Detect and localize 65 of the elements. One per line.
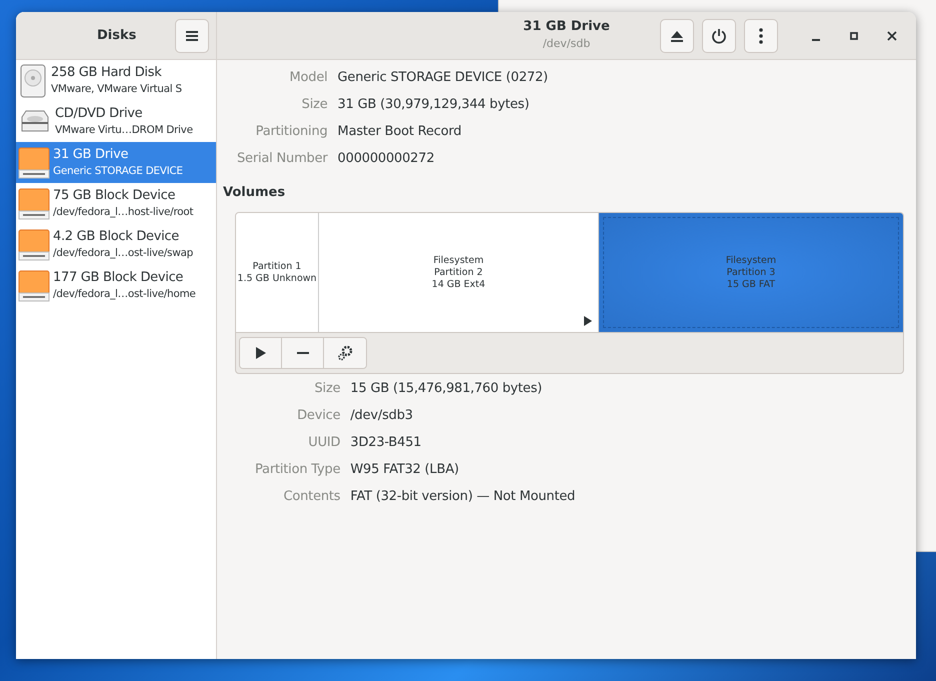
partition-block[interactable]: Partition 1 1.5 GB Unknown bbox=[236, 213, 319, 332]
property-value: /dev/sdb3 bbox=[350, 407, 414, 425]
device-name: CD/DVD Drive bbox=[55, 105, 144, 123]
device-item[interactable]: CD/DVD Drive VMware Virtu…DROM Drive bbox=[16, 101, 216, 142]
partition-label: Partition 1 1.5 GB Unknown bbox=[237, 260, 317, 284]
maximize-icon bbox=[849, 30, 859, 40]
property-value: W95 FAT32 (LBA) bbox=[350, 461, 460, 479]
partition-settings-button[interactable] bbox=[324, 338, 366, 368]
device-name: 75 GB Block Device bbox=[53, 187, 176, 205]
property-label: Size bbox=[313, 380, 340, 398]
window-subtitle: /dev/sdb bbox=[542, 36, 590, 52]
partition-label: Filesystem Partition 2 14 GB Ext4 bbox=[432, 254, 486, 290]
property-value: 000000000272 bbox=[338, 150, 436, 168]
property-label: Partitioning bbox=[254, 123, 328, 141]
power-button[interactable] bbox=[702, 18, 736, 52]
partition-block[interactable]: Filesystem Partition 2 14 GB Ext4 bbox=[319, 213, 599, 332]
drive-icon bbox=[18, 268, 50, 302]
partition-label: Filesystem Partition 3 15 GB FAT bbox=[726, 254, 776, 290]
device-detail: /dev/fedora_l…host-live/root bbox=[53, 205, 194, 220]
property-value: Master Boot Record bbox=[338, 123, 462, 141]
property-label: Partition Type bbox=[255, 461, 340, 479]
menu-icon bbox=[185, 30, 199, 42]
device-item[interactable]: 258 GB Hard Disk VMware, VMware Virtual S bbox=[16, 60, 216, 101]
minimize-icon bbox=[811, 38, 821, 40]
close-icon bbox=[887, 30, 897, 40]
property-value: Generic STORAGE DEVICE (0272) bbox=[338, 69, 548, 87]
property-label: Device bbox=[296, 407, 340, 425]
property-value: 15 GB (15,476,981,760 bytes) bbox=[350, 380, 544, 398]
more-icon bbox=[759, 28, 763, 44]
drive-icon bbox=[18, 186, 50, 220]
property-value: 31 GB (30,979,129,344 bytes) bbox=[338, 96, 530, 114]
device-name: 177 GB Block Device bbox=[53, 269, 184, 287]
minus-icon bbox=[296, 352, 308, 354]
power-icon bbox=[711, 28, 727, 44]
device-detail: /dev/fedora_l…ost-live/home bbox=[53, 287, 196, 302]
device-item[interactable]: 4.2 GB Block Device /dev/fedora_l…ost-live/swap bbox=[16, 224, 216, 265]
property-value: FAT (32-bit version) — Not Mounted bbox=[350, 488, 576, 506]
property-value: 3D23-B451 bbox=[350, 434, 422, 452]
device-name: 258 GB Hard Disk bbox=[51, 64, 162, 82]
eject-button[interactable] bbox=[660, 18, 694, 52]
property-label: Size bbox=[300, 96, 328, 114]
device-item[interactable]: 31 GB Drive Generic STORAGE DEVICE bbox=[16, 142, 216, 183]
app-title: Disks bbox=[97, 28, 136, 43]
device-item[interactable]: 75 GB Block Device /dev/fedora_l…host-live/root bbox=[16, 183, 216, 224]
drive-icon bbox=[18, 228, 50, 262]
property-label: UUID bbox=[307, 434, 340, 452]
device-detail: /dev/fedora_l…ost-live/swap bbox=[53, 246, 193, 261]
section-heading: Volumes bbox=[223, 185, 286, 200]
play-icon bbox=[256, 347, 266, 359]
device-detail: VMware, VMware Virtual S bbox=[51, 82, 182, 97]
device-detail: Generic STORAGE DEVICE bbox=[53, 164, 183, 179]
device-name: 4.2 GB Block Device bbox=[53, 228, 180, 246]
property-label: Model bbox=[288, 69, 328, 87]
device-detail: VMware Virtu…DROM Drive bbox=[55, 123, 193, 138]
drive-icon bbox=[18, 146, 50, 180]
menu-button[interactable] bbox=[175, 18, 209, 52]
property-label: Serial Number bbox=[237, 150, 328, 168]
gears-icon bbox=[337, 345, 353, 361]
property-label: Contents bbox=[282, 488, 340, 506]
window-title: 31 GB Drive bbox=[523, 18, 610, 36]
device-name: 31 GB Drive bbox=[53, 146, 130, 164]
more-options-button[interactable] bbox=[744, 18, 778, 52]
mount-button[interactable] bbox=[240, 338, 282, 368]
device-item[interactable]: 177 GB Block Device /dev/fedora_l…ost-live/home bbox=[16, 265, 216, 306]
eject-icon bbox=[670, 28, 684, 42]
